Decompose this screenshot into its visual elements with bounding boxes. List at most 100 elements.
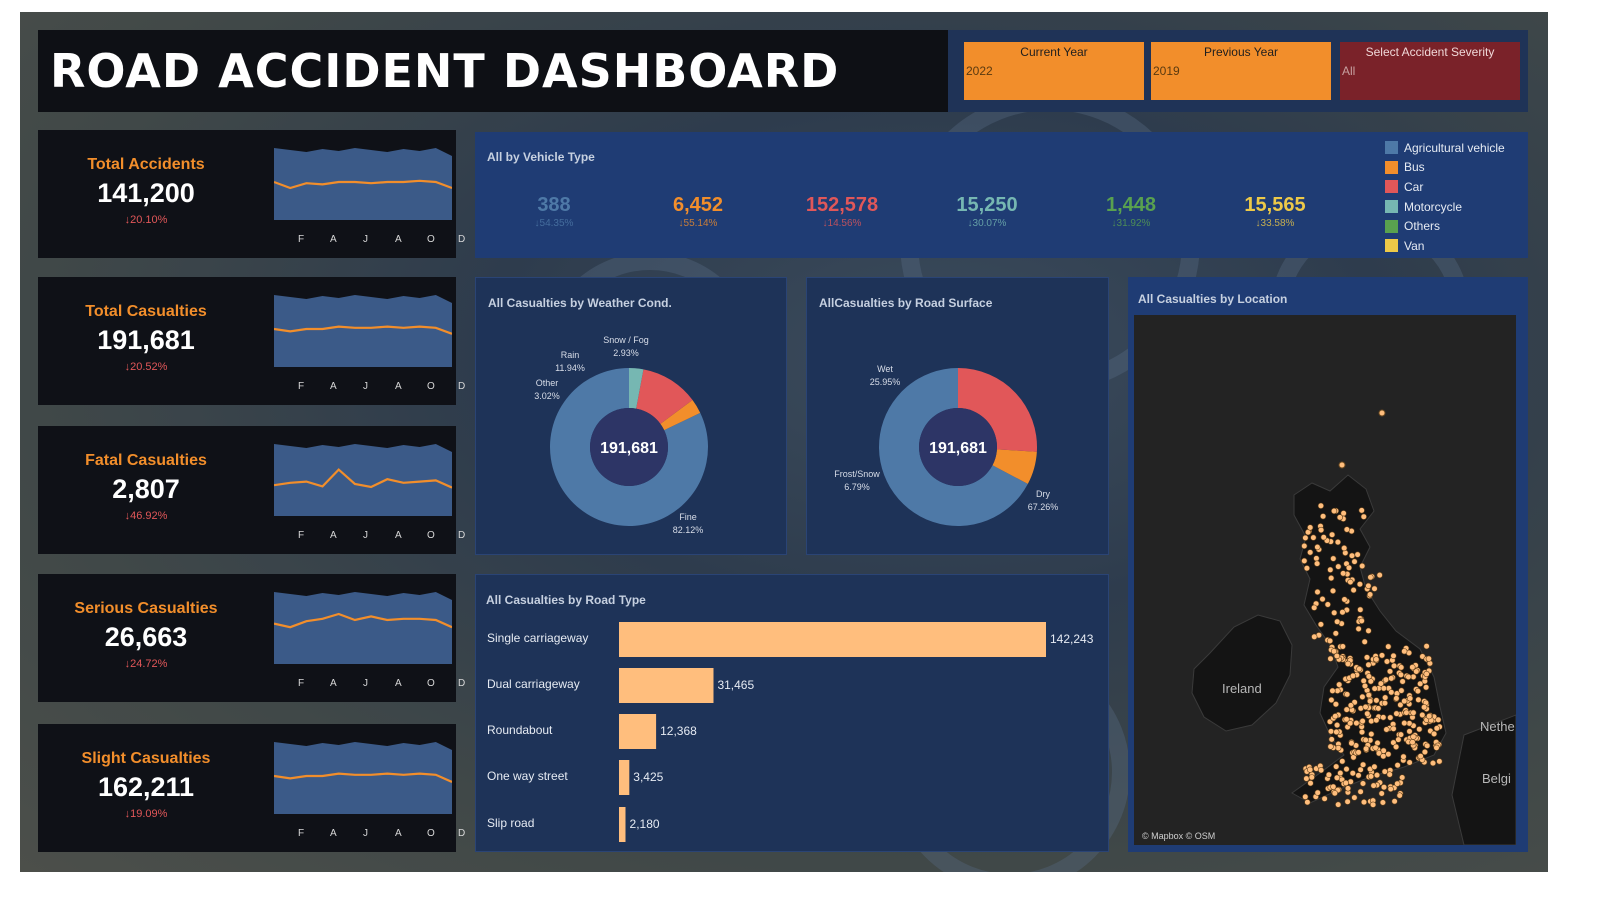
map-point[interactable] [1338,461,1346,469]
map-point[interactable] [1344,660,1352,668]
map-point[interactable] [1333,652,1340,660]
map-point[interactable] [1341,596,1348,603]
map-point[interactable] [1317,621,1324,628]
map-point[interactable] [1331,609,1338,616]
map-point[interactable] [1343,526,1350,533]
map-point[interactable] [1365,673,1372,680]
map-point[interactable] [1347,702,1354,709]
map-point[interactable] [1365,692,1372,699]
map-point[interactable] [1406,728,1413,735]
map-point[interactable] [1371,585,1378,592]
map-point[interactable] [1326,637,1334,645]
map-point[interactable] [1378,652,1386,659]
map-point[interactable] [1343,766,1350,773]
filter-previous-year[interactable]: Previous Year 2019 [1151,42,1331,100]
map-point[interactable] [1335,744,1342,752]
map-point[interactable] [1364,710,1371,717]
map-point[interactable] [1399,774,1406,781]
map-point[interactable] [1378,409,1386,417]
map-point[interactable] [1324,601,1331,608]
map-point[interactable] [1348,740,1355,747]
map-point[interactable] [1388,689,1395,696]
map-point[interactable] [1355,749,1362,756]
map-point[interactable] [1371,763,1378,770]
map-point[interactable] [1423,643,1430,650]
map-point[interactable] [1327,728,1335,735]
map-point[interactable] [1401,648,1408,655]
map-point[interactable] [1334,618,1341,625]
map-point[interactable] [1307,780,1314,787]
map-point[interactable] [1360,799,1368,806]
map-point[interactable] [1339,643,1346,650]
map-point[interactable] [1373,772,1381,779]
map-point[interactable] [1381,700,1388,707]
map-point[interactable] [1311,633,1318,640]
map-point[interactable] [1321,795,1328,802]
map-point[interactable] [1332,713,1339,720]
map-point[interactable] [1423,670,1430,678]
map-point[interactable] [1356,581,1363,588]
map-point[interactable] [1397,671,1405,678]
map-point[interactable] [1348,552,1356,559]
map-point[interactable] [1373,717,1380,724]
map-point[interactable] [1359,562,1366,570]
map-point[interactable] [1357,606,1364,613]
legend-item[interactable]: Agricultural vehicle [1385,138,1505,158]
map-point[interactable] [1391,662,1398,670]
map-point[interactable] [1325,771,1332,778]
map-point[interactable] [1382,676,1389,683]
map-point[interactable] [1349,672,1357,680]
map-point[interactable] [1367,698,1374,705]
map-point[interactable] [1317,502,1324,509]
map-point[interactable] [1393,695,1400,702]
map-point[interactable] [1375,705,1382,712]
filter-accident-severity[interactable]: Select Accident Severity All [1340,42,1520,100]
map-point[interactable] [1343,716,1350,723]
map-point[interactable] [1333,728,1340,736]
map-point[interactable] [1436,758,1443,765]
map-point[interactable] [1345,564,1353,571]
map-point[interactable] [1314,588,1321,596]
map-point[interactable] [1351,794,1358,801]
map-point[interactable] [1417,680,1424,687]
map-point[interactable] [1301,557,1308,564]
map-point[interactable] [1307,524,1314,531]
map-point[interactable] [1314,544,1321,551]
map-point[interactable] [1318,526,1325,534]
map-point[interactable] [1406,720,1413,727]
map-point[interactable] [1359,693,1366,701]
map-point[interactable] [1334,722,1341,729]
map-point[interactable] [1331,507,1338,515]
map-point[interactable] [1386,771,1393,778]
map-point[interactable] [1435,716,1442,723]
map-point[interactable] [1335,563,1342,570]
map-point[interactable] [1373,697,1380,704]
map-point[interactable] [1342,779,1349,787]
map-point[interactable] [1329,531,1336,538]
map-point[interactable] [1370,782,1377,789]
map-point[interactable] [1424,742,1431,749]
map-point[interactable] [1362,736,1369,744]
map-point[interactable] [1406,759,1413,766]
map-point[interactable] [1301,542,1308,550]
map-point[interactable] [1394,762,1401,769]
map-point[interactable] [1368,718,1375,725]
map-point[interactable] [1337,770,1344,777]
map-point[interactable] [1367,591,1374,598]
map-point[interactable] [1329,587,1337,595]
map-point[interactable] [1343,706,1350,713]
map-point[interactable] [1314,789,1321,796]
map-point[interactable] [1387,714,1394,721]
map-point[interactable] [1373,656,1380,663]
map-point[interactable] [1358,507,1365,514]
map-point[interactable] [1361,638,1368,645]
map-point[interactable] [1319,596,1326,603]
map-point[interactable] [1421,748,1429,756]
map-point[interactable] [1415,696,1422,703]
map-point[interactable] [1331,790,1338,797]
map-point[interactable] [1396,792,1403,799]
map-point[interactable] [1376,572,1383,579]
bar[interactable] [619,622,1046,657]
map-point[interactable] [1398,687,1405,694]
map-point[interactable] [1399,678,1406,685]
